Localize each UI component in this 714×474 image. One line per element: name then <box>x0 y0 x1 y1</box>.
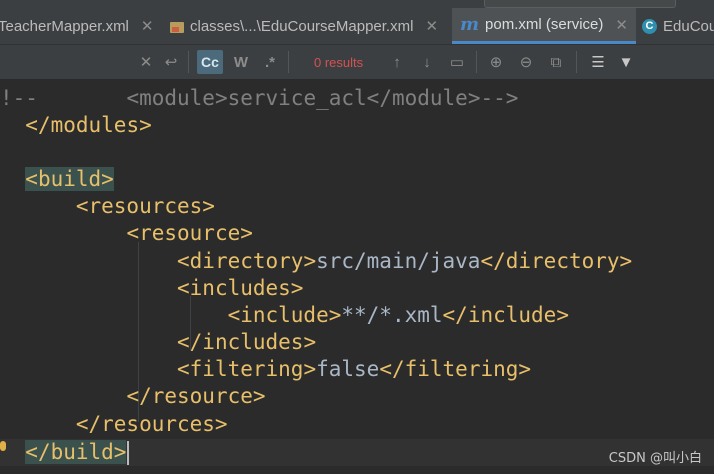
close-icon[interactable]: ✕ <box>141 17 154 35</box>
tab-educou[interactable]: C EduCou <box>642 8 714 44</box>
xml-comment: <module> <box>126 86 228 110</box>
show-all-icon[interactable]: ▭ <box>448 45 466 79</box>
filter-icon[interactable]: ▼ <box>616 45 636 79</box>
class-icon: C <box>642 18 657 34</box>
editor-tab-bar: TeacherMapper.xml ✕ classes\...\EduCours… <box>0 8 714 45</box>
xml-tag: <build> <box>25 167 114 191</box>
tab-label: EduCou <box>663 17 714 35</box>
xml-tag: <resources> <box>75 194 215 218</box>
separator <box>576 51 577 73</box>
xml-text: src/main/java <box>316 249 481 273</box>
search-results-count: 0 results <box>314 54 364 70</box>
code-line: <include>**/*.xml</include> <box>0 302 714 329</box>
watermark: CSDN @叫小白 <box>608 451 702 466</box>
run-config-selector[interactable] <box>484 0 676 8</box>
xml-tag: </directory> <box>480 249 633 273</box>
code-line: <filtering>false</filtering> <box>0 356 714 383</box>
next-occurrence-icon[interactable]: ↓ <box>418 45 436 79</box>
code-line: !-- <module>service_acl</module>--> <box>0 85 714 112</box>
regex-toggle[interactable]: .* <box>260 45 280 79</box>
code-line: </modules> <box>0 112 714 139</box>
xml-text: false <box>316 357 380 381</box>
xml-tag: <filtering> <box>177 357 317 381</box>
select-all-occurrences-icon[interactable]: ⧉ <box>546 45 566 79</box>
code-line: </includes> <box>0 329 714 356</box>
close-icon[interactable]: ✕ <box>425 17 438 35</box>
maven-icon: m <box>460 14 480 35</box>
xml-tag: <directory> <box>177 249 317 273</box>
xml-tag: </includes> <box>177 330 317 354</box>
tab-educoursemapper[interactable]: classes\...\EduCourseMapper.xml ✕ <box>170 8 438 44</box>
unselect-occurrence-icon[interactable]: ⊖ <box>516 45 536 79</box>
code-line: <resource> <box>0 220 714 247</box>
folder-xml-icon <box>170 20 184 33</box>
tab-teachermapper[interactable]: TeacherMapper.xml ✕ <box>0 8 153 44</box>
code-indent: !-- <box>0 86 127 110</box>
xml-tag: </include> <box>442 303 569 327</box>
code-line: </resource> <box>0 383 714 410</box>
xml-tag: <include> <box>227 303 342 327</box>
tab-label: classes\...\EduCourseMapper.xml <box>190 17 414 35</box>
find-toolbar: ✕ ↩ Cc W .* 0 results ↑ ↓ ▭ ⊕ ⊖ ⧉ ☰ ▼ <box>0 45 714 80</box>
xml-tag: </resources> <box>75 412 228 436</box>
match-case-toggle[interactable]: Cc <box>197 50 223 74</box>
add-selection-icon[interactable]: ⊕ <box>486 45 506 79</box>
code-line: <includes> <box>0 275 714 302</box>
xml-comment: service_acl <box>227 86 367 110</box>
xml-comment: </module>--> <box>366 86 519 110</box>
separator <box>288 51 289 73</box>
code-editor[interactable]: !-- <module>service_acl</module>--> </mo… <box>0 80 714 474</box>
xml-text: **/*.xml <box>341 303 443 327</box>
xml-tag: </filtering> <box>379 357 532 381</box>
intention-bulb-icon[interactable] <box>0 441 6 451</box>
code-line: <resources> <box>0 193 714 220</box>
code-line: <build> <box>0 166 714 193</box>
tab-label: TeacherMapper.xml <box>0 17 129 35</box>
xml-tag: <resource> <box>126 221 253 245</box>
tab-label: pom.xml (service) <box>485 16 604 33</box>
words-toggle[interactable]: W <box>231 45 251 79</box>
previous-occurrence-icon[interactable]: ↑ <box>388 45 406 79</box>
separator <box>188 51 189 73</box>
code-line: </resources> <box>0 411 714 438</box>
close-icon[interactable]: ✕ <box>615 16 628 34</box>
xml-tag: </modules> <box>25 113 152 137</box>
code-line: <directory>src/main/java</directory> <box>0 248 714 275</box>
new-line-icon[interactable]: ↩ <box>162 45 180 79</box>
title-strip <box>0 0 714 8</box>
xml-tag: <includes> <box>177 276 304 300</box>
code-line: </build> <box>0 439 714 466</box>
clear-search-icon[interactable]: ✕ <box>138 45 154 79</box>
xml-tag: </build> <box>25 440 127 464</box>
filter-options-icon[interactable]: ☰ <box>588 45 608 79</box>
separator <box>476 51 477 73</box>
tab-pom-xml[interactable]: m pom.xml (service) ✕ <box>452 8 636 44</box>
text-caret <box>127 441 130 465</box>
xml-tag: </resource> <box>126 384 266 408</box>
